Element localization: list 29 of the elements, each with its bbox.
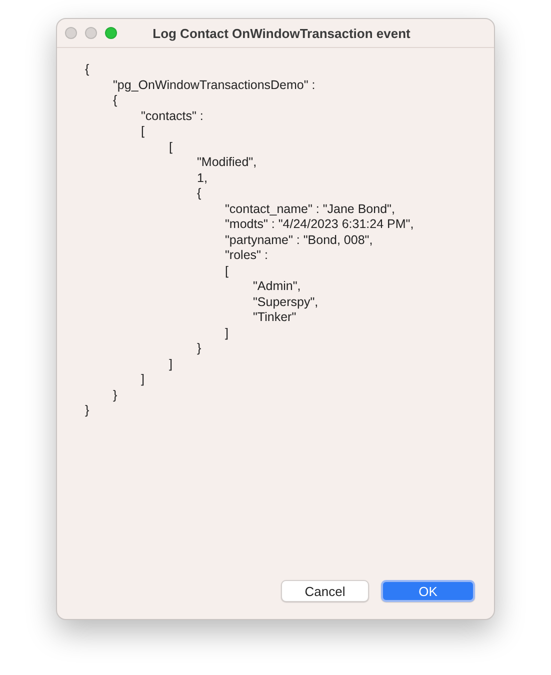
window-minimize-button[interactable] <box>85 27 97 39</box>
log-line: [ <box>225 264 228 279</box>
ok-button[interactable]: OK <box>381 580 475 602</box>
log-line: } <box>197 341 202 356</box>
window-close-button[interactable] <box>65 27 77 39</box>
log-line: [ <box>141 124 144 140</box>
log-line: ] <box>169 356 172 372</box>
log-line: "Superspy", <box>253 294 318 310</box>
log-line: ] <box>141 372 144 388</box>
cancel-button[interactable]: Cancel <box>281 580 369 602</box>
log-line: { <box>113 93 118 108</box>
log-line: { <box>85 62 90 78</box>
log-line: "Admin", <box>253 279 301 294</box>
log-line: "pg_OnWindowTransactionsDemo" : <box>113 78 316 93</box>
log-line: "modts" : "4/24/2023 6:31:24 PM", <box>225 217 414 232</box>
log-line: "contacts" : <box>141 108 204 124</box>
log-line: "partyname" : "Bond, 008", <box>225 232 373 248</box>
log-line: 1, <box>197 170 208 186</box>
log-line: } <box>113 388 118 403</box>
window-zoom-button[interactable] <box>105 27 117 39</box>
log-line: "Tinker" <box>253 310 296 326</box>
log-line: ] <box>225 326 228 341</box>
log-line: [ <box>169 140 172 155</box>
log-line: "Modified", <box>197 155 257 170</box>
log-line: { <box>197 186 202 202</box>
log-line: } <box>85 403 90 418</box>
log-line: "roles" : <box>225 248 268 264</box>
log-line: "contact_name" : "Jane Bond", <box>225 202 395 217</box>
window-title: Log Contact OnWindowTransaction event <box>152 26 412 40</box>
